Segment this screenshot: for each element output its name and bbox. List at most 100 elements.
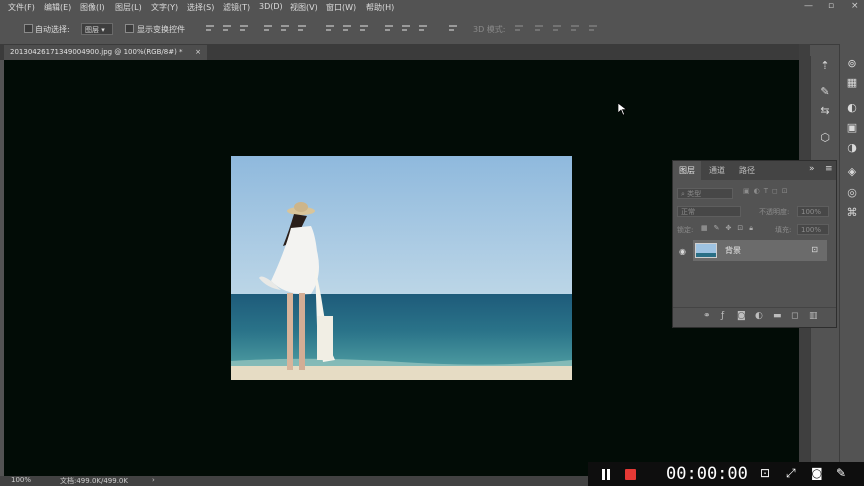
3d-slide-icon[interactable] (571, 24, 579, 33)
fill-field[interactable]: 100% (797, 224, 829, 235)
menu-select[interactable]: 选择(S) (187, 2, 214, 13)
zoom-level[interactable]: 100% (11, 476, 31, 484)
region-select-icon[interactable]: ⊡ (760, 466, 770, 480)
panel-menu-icon[interactable]: ≡ (825, 164, 833, 174)
menu-filter[interactable]: 滤镜(T) (223, 2, 250, 13)
auto-select-target-value: 图层 (85, 26, 99, 34)
menu-bar: 文件(F) 编辑(E) 图像(I) 图层(L) 文字(Y) 选择(S) 滤镜(T… (0, 0, 864, 15)
color-icon[interactable]: ⊚ (846, 58, 858, 70)
pen-annotate-icon[interactable]: ✎ (836, 466, 846, 480)
distribute-vcenter-icon[interactable] (343, 24, 351, 33)
link-layers-icon[interactable]: ⚭ (703, 311, 711, 321)
close-window-button[interactable]: × (851, 1, 859, 11)
auto-select-label: 自动选择: (35, 25, 70, 34)
align-left-icon[interactable] (264, 24, 272, 33)
recording-timer: 00:00:00 (666, 464, 748, 484)
layers-panel-footer: ⚭ ƒ ◙ ◐ ▬ ◻ ▥ (673, 307, 836, 327)
channels-icon[interactable]: ◎ (846, 187, 858, 199)
auto-align-icon[interactable] (449, 24, 457, 33)
distribute-right-icon[interactable] (419, 24, 427, 33)
menu-help[interactable]: 帮助(H) (366, 2, 394, 13)
fill-label: 填充: (775, 226, 792, 234)
opacity-label: 不透明度: (759, 208, 790, 216)
3d-mode-label: 3D 模式: (473, 25, 506, 34)
layer-filter-icons[interactable]: ▣◐T◻⊡ (743, 187, 792, 195)
layer-thumbnail (695, 243, 717, 258)
menu-layer[interactable]: 图层(L) (115, 2, 142, 13)
paths-icon[interactable]: ⌘ (846, 207, 858, 219)
tab-channels[interactable]: 通道 (703, 161, 731, 180)
lock-icons[interactable]: ▦✎✥⊡🔒︎ (701, 224, 759, 233)
opacity-value: 100% (801, 208, 822, 216)
document-tab-title: 20130426171349004900.jpg @ 100%(RGB/8#) … (10, 48, 183, 56)
document-tab[interactable]: 20130426171349004900.jpg @ 100%(RGB/8#) … (4, 45, 207, 60)
menu-view[interactable]: 视图(V) (290, 2, 318, 13)
menu-window[interactable]: 窗口(W) (326, 2, 356, 13)
swatches-icon[interactable]: ▦ (846, 77, 858, 89)
3d-pan-icon[interactable] (553, 24, 561, 33)
mouse-cursor-icon (618, 103, 627, 116)
layers-panel-tabs: 图层 通道 路径 » ≡ (673, 161, 836, 180)
new-group-icon[interactable]: ▬ (773, 311, 782, 321)
delete-layer-icon[interactable]: ▥ (809, 311, 818, 321)
menu-edit[interactable]: 编辑(E) (44, 2, 71, 13)
panel-dock-icons: ⊚ ▦ ◐ ▣ ◑ ◈ ◎ ⌘ (839, 44, 864, 476)
blend-mode-value: 正常 (681, 208, 695, 216)
blend-mode-dropdown[interactable]: 正常 (677, 206, 741, 217)
3d-scale-icon[interactable] (589, 24, 597, 33)
menu-file[interactable]: 文件(F) (8, 2, 35, 13)
layer-row-background[interactable]: 背景 ⊡ (693, 240, 827, 261)
minimize-button[interactable]: — (804, 1, 813, 11)
restore-button[interactable]: ▫ (828, 1, 834, 11)
tab-paths[interactable]: 路径 (733, 161, 761, 180)
layer-lock-icon: ⊡ (811, 245, 818, 254)
add-mask-icon[interactable]: ◙ (737, 311, 746, 321)
opacity-field[interactable]: 100% (797, 206, 829, 217)
document-size: 文档:499.0K/499.0K (60, 477, 128, 485)
3d-cube-icon[interactable]: ⬡ (819, 132, 831, 144)
menu-3d[interactable]: 3D(D) (259, 2, 283, 11)
tab-layers[interactable]: 图层 (673, 161, 701, 180)
close-tab-icon[interactable]: × (195, 45, 201, 60)
status-arrow-icon[interactable]: › (152, 476, 155, 484)
fill-value: 100% (801, 226, 822, 234)
align-vcenter-icon[interactable] (223, 24, 231, 33)
properties-icon[interactable]: ◑ (846, 142, 858, 154)
menu-image[interactable]: 图像(I) (80, 2, 105, 13)
collapse-panel-icon[interactable]: » (809, 164, 815, 174)
layers-icon[interactable]: ◈ (846, 166, 858, 178)
align-bottom-icon[interactable] (240, 24, 248, 33)
auto-select-checkbox[interactable] (24, 24, 33, 33)
lock-label: 锁定: (677, 226, 694, 234)
distribute-bottom-icon[interactable] (360, 24, 368, 33)
layer-style-icon[interactable]: ƒ (721, 311, 724, 321)
styles-icon[interactable]: ▣ (846, 122, 858, 134)
brush-settings-icon[interactable]: ✎ (819, 86, 831, 98)
camera-icon[interactable]: ◙ (811, 466, 823, 480)
align-right-icon[interactable] (298, 24, 306, 33)
layer-filter-field[interactable]: ⌕ 类型 (677, 188, 733, 199)
pause-recording-button[interactable] (601, 469, 611, 480)
show-transform-checkbox[interactable] (125, 24, 134, 33)
show-transform-label: 显示变换控件 (137, 25, 185, 34)
align-top-icon[interactable] (206, 24, 214, 33)
3d-roll-icon[interactable] (535, 24, 543, 33)
visibility-eye-icon[interactable]: ◉ (679, 247, 686, 256)
beach-photo (231, 156, 572, 380)
align-hcenter-icon[interactable] (281, 24, 289, 33)
auto-select-target-dropdown[interactable]: 图层 ▾ (81, 23, 113, 35)
adjustments-icon[interactable]: ◐ (846, 102, 858, 114)
document-tab-bar: 20130426171349004900.jpg @ 100%(RGB/8#) … (0, 44, 810, 60)
fullscreen-icon[interactable]: ⤢ (786, 466, 796, 481)
status-bar: 100% 文档:499.0K/499.0K › (0, 476, 600, 486)
adjustment-layer-icon[interactable]: ◐ (755, 311, 763, 321)
brush-presets-icon[interactable]: ⇆ (819, 105, 831, 117)
stop-recording-button[interactable] (625, 469, 636, 480)
menu-type[interactable]: 文字(Y) (151, 2, 178, 13)
distribute-hcenter-icon[interactable] (402, 24, 410, 33)
new-layer-icon[interactable]: ◻ (791, 311, 798, 321)
history-icon[interactable]: ⇡ (819, 60, 831, 72)
distribute-top-icon[interactable] (326, 24, 334, 33)
distribute-left-icon[interactable] (385, 24, 393, 33)
3d-rotate-icon[interactable] (515, 24, 523, 33)
